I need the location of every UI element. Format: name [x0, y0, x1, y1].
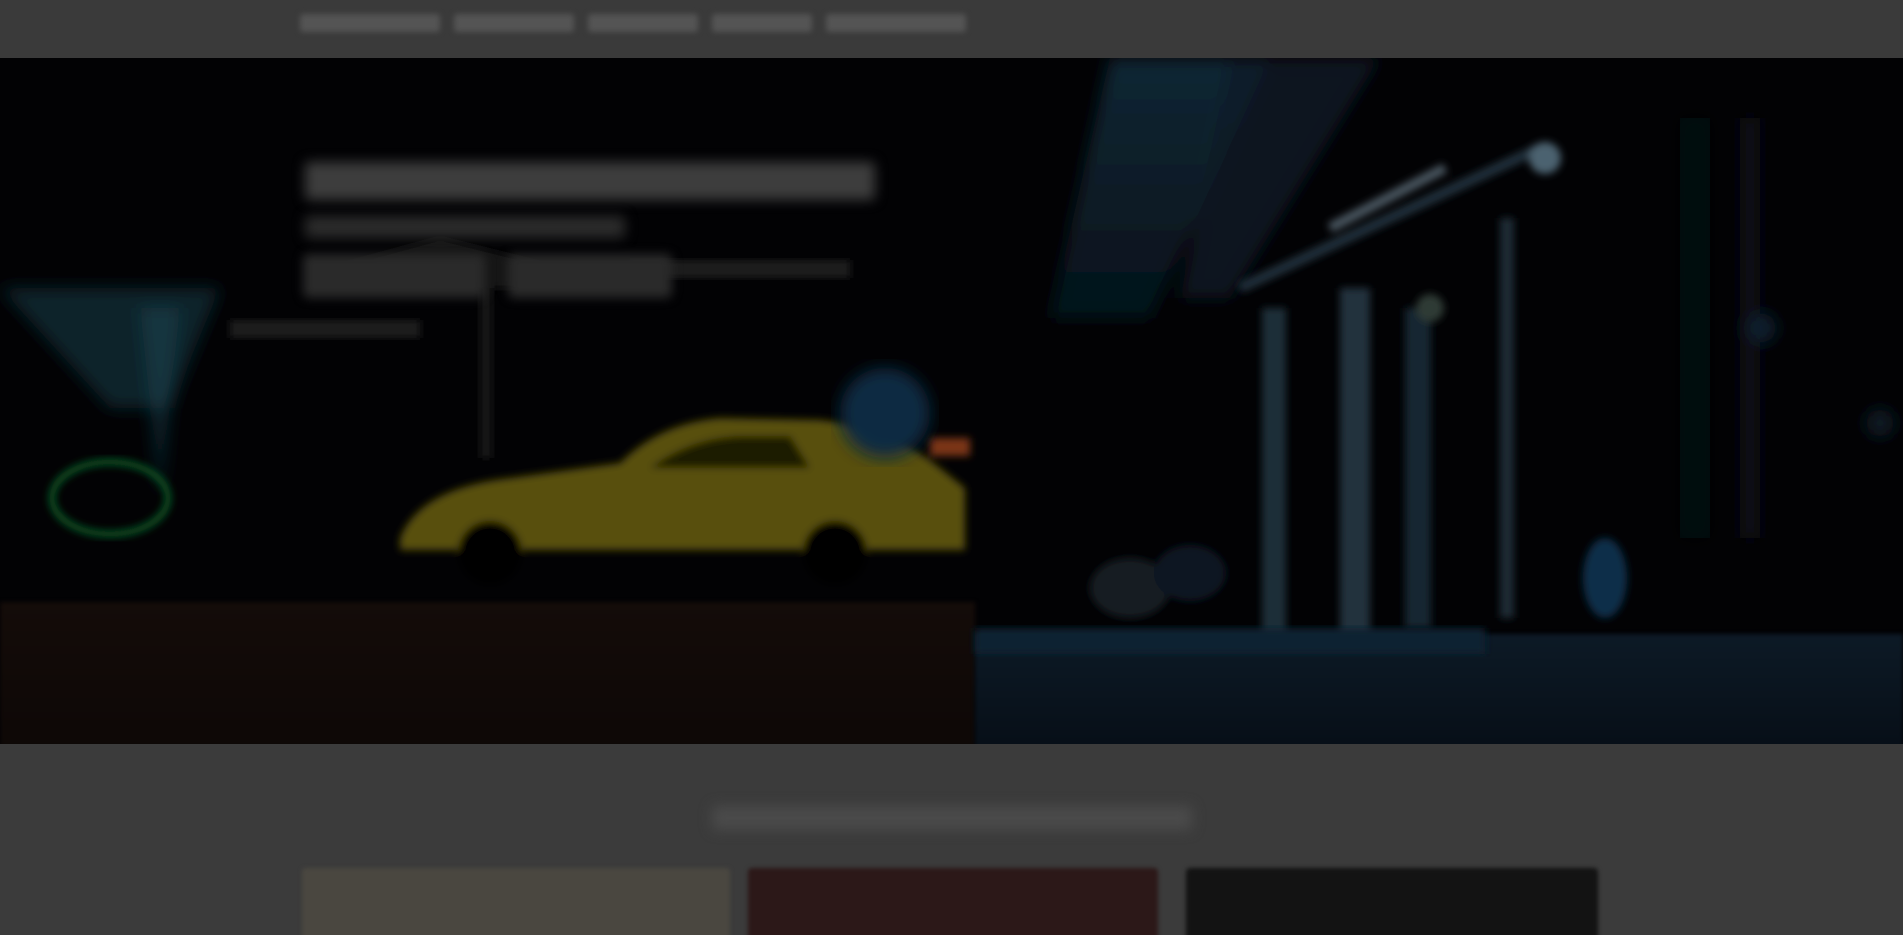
nav-item-3[interactable]: [588, 14, 698, 32]
hero-secondary-button[interactable]: [508, 254, 672, 298]
nav-item-4[interactable]: [712, 14, 812, 32]
nav-item-2[interactable]: [454, 14, 574, 32]
building-structure: [1237, 142, 1561, 638]
content-card-3[interactable]: [1186, 868, 1598, 935]
green-ring-icon: [49, 459, 171, 537]
blue-beacon-icon: [840, 368, 930, 458]
lamp-beam-left: [0, 288, 220, 498]
hero-label-1: [230, 320, 420, 338]
content-card-1[interactable]: [302, 868, 730, 935]
right-columns: [1680, 118, 1894, 538]
hero-subtitle: [305, 216, 625, 238]
nav-item-5[interactable]: [826, 14, 966, 32]
section-title: [712, 806, 1192, 830]
top-navigation-bar: [0, 0, 1903, 58]
page: [0, 0, 1903, 935]
platform: [975, 628, 1485, 654]
hero-banner: [0, 58, 1903, 744]
content-card-2[interactable]: [748, 868, 1158, 935]
light-beams: [1050, 58, 1380, 318]
main-nav: [300, 14, 966, 40]
hero-title: [305, 162, 875, 200]
hero-primary-button[interactable]: [303, 254, 485, 298]
nav-item-1[interactable]: [300, 14, 440, 32]
hero-illustration: [0, 58, 1894, 654]
